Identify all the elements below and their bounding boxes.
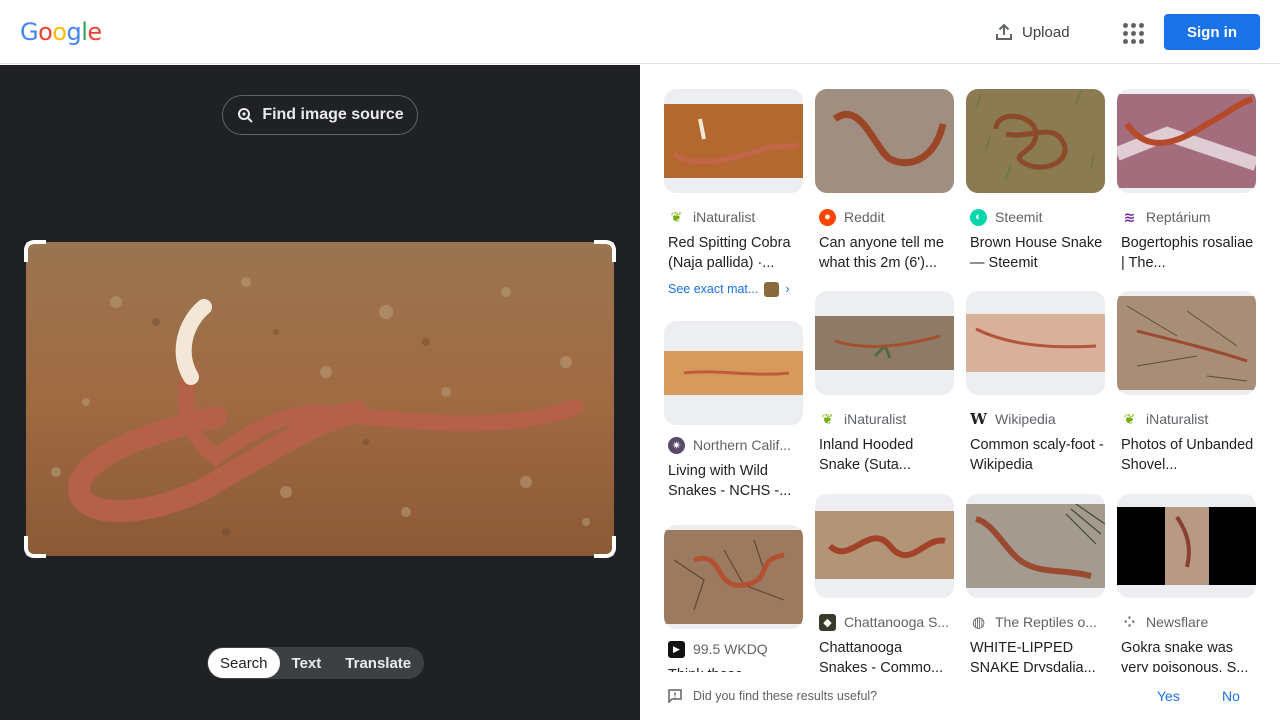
- nchs-icon: ✷: [668, 436, 685, 454]
- logo-letter: o: [38, 18, 53, 46]
- steemit-icon: ◐: [970, 208, 987, 226]
- wkdq-icon: ▶: [668, 640, 685, 658]
- result-card[interactable]: ◆ Chattanooga S... Chattanooga Snakes - C…: [815, 494, 954, 678]
- result-card[interactable]: ❦ iNaturalist Red Spitting Cobra (Naja pa…: [664, 89, 803, 299]
- google-logo[interactable]: Google: [20, 18, 102, 46]
- reptarium-icon: ≋: [1123, 208, 1136, 225]
- mode-tabs: Search Text Translate: [207, 647, 425, 679]
- result-card[interactable]: ≋ Reptárium Bogertophis rosaliae | The...: [1117, 89, 1256, 273]
- result-title[interactable]: Common scaly-foot - Wikipedia: [966, 435, 1105, 475]
- see-exact-matches-link[interactable]: See exact mat... ›: [664, 279, 803, 299]
- result-thumbnail[interactable]: [966, 89, 1105, 193]
- query-image-crop[interactable]: [24, 240, 616, 558]
- result-source: Chattanooga S...: [844, 614, 950, 630]
- result-title[interactable]: Brown House Snake — Steemit: [966, 233, 1105, 273]
- reddit-icon: ●: [819, 208, 836, 226]
- query-image: [26, 242, 614, 556]
- chevron-right-icon: ›: [785, 282, 790, 296]
- result-title[interactable]: Photos of Unbanded Shovel...: [1117, 435, 1256, 475]
- result-card[interactable]: ❦ iNaturalist Photos of Unbanded Shovel..…: [1117, 291, 1256, 475]
- globe-icon: ◍: [971, 614, 986, 631]
- result-source: Steemit: [995, 209, 1043, 225]
- result-card[interactable]: W Wikipedia Common scaly-foot - Wikipedia: [966, 291, 1105, 475]
- result-thumbnail[interactable]: [664, 89, 803, 193]
- tab-translate[interactable]: Translate: [333, 648, 423, 678]
- result-thumbnail[interactable]: [966, 291, 1105, 395]
- newsflare-icon: ⁘: [1123, 613, 1136, 630]
- logo-letter: e: [87, 18, 102, 46]
- inaturalist-icon: ❦: [1123, 410, 1136, 427]
- logo-letter: G: [20, 18, 39, 46]
- result-source: Northern Calif...: [693, 437, 792, 453]
- tab-text[interactable]: Text: [280, 648, 334, 678]
- sign-in-button[interactable]: Sign in: [1164, 14, 1260, 50]
- result-source: 99.5 WKDQ: [693, 641, 768, 657]
- result-source: Wikipedia: [995, 411, 1056, 427]
- lens-search-icon: [238, 108, 254, 123]
- upload-button[interactable]: Upload: [986, 16, 1078, 48]
- result-source: iNaturalist: [693, 209, 756, 225]
- result-source: iNaturalist: [844, 411, 907, 427]
- inaturalist-icon: ❦: [821, 410, 834, 427]
- result-thumbnail[interactable]: [1117, 291, 1256, 395]
- result-thumbnail[interactable]: [815, 89, 954, 193]
- feedback-no-button[interactable]: No: [1222, 688, 1240, 704]
- find-image-source-label: Find image source: [262, 106, 404, 123]
- find-image-source-button[interactable]: Find image source: [222, 95, 418, 135]
- feedback-yes-button[interactable]: Yes: [1157, 688, 1180, 704]
- feedback-icon: [668, 689, 682, 704]
- upload-icon: [996, 23, 1012, 40]
- result-title[interactable]: Inland Hooded Snake (Suta...: [815, 435, 954, 475]
- feedback-bar: Did you find these results useful? Yes N…: [640, 672, 1280, 720]
- header: Google Upload Sign in: [0, 0, 1280, 64]
- result-card[interactable]: ◐ Steemit Brown House Snake — Steemit: [966, 89, 1105, 273]
- result-card[interactable]: ⁘ Newsflare Gokra snake was very poisonou…: [1117, 494, 1256, 678]
- query-panel: Find image source Search Text Translate: [0, 65, 640, 720]
- result-card[interactable]: ◍ The Reptiles o... WHITE-LIPPED SNAKE Dr…: [966, 494, 1105, 678]
- result-thumbnail[interactable]: [966, 494, 1105, 598]
- tab-search[interactable]: Search: [208, 648, 280, 678]
- result-thumbnail[interactable]: [815, 494, 954, 598]
- result-title[interactable]: Living with Wild Snakes - NCHS -...: [664, 461, 803, 501]
- result-title[interactable]: Bogertophis rosaliae | The...: [1117, 233, 1256, 273]
- result-card[interactable]: ● Reddit Can anyone tell me what this 2m …: [815, 89, 954, 273]
- logo-letter: o: [52, 18, 67, 46]
- result-card[interactable]: ✷ Northern Calif... Living with Wild Snak…: [664, 321, 803, 501]
- result-thumbnail[interactable]: [1117, 494, 1256, 598]
- result-source: Reptárium: [1146, 209, 1211, 225]
- wikipedia-icon: W: [970, 410, 987, 428]
- logo-letter: g: [66, 18, 82, 46]
- google-apps-icon[interactable]: [1118, 18, 1146, 46]
- result-title[interactable]: Can anyone tell me what this 2m (6')...: [815, 233, 954, 273]
- result-thumbnail[interactable]: [664, 321, 803, 425]
- result-source: Reddit: [844, 209, 885, 225]
- result-source: The Reptiles o...: [995, 614, 1097, 630]
- result-source: Newsflare: [1146, 614, 1209, 630]
- result-thumbnail[interactable]: [815, 291, 954, 395]
- chattanooga-icon: ◆: [819, 613, 836, 631]
- upload-label: Upload: [1022, 23, 1070, 41]
- results-panel: ❦ iNaturalist Red Spitting Cobra (Naja pa…: [640, 65, 1280, 720]
- result-thumbnail[interactable]: [1117, 89, 1256, 193]
- result-card[interactable]: ❦ iNaturalist Inland Hooded Snake (Suta..…: [815, 291, 954, 475]
- inaturalist-icon: ❦: [670, 208, 683, 225]
- result-source: iNaturalist: [1146, 411, 1209, 427]
- result-thumbnail[interactable]: [664, 525, 803, 629]
- feedback-question: Did you find these results useful?: [693, 689, 878, 703]
- result-title[interactable]: Red Spitting Cobra (Naja pallida) ·...: [664, 233, 803, 273]
- exact-match-thumbnail: [764, 281, 780, 297]
